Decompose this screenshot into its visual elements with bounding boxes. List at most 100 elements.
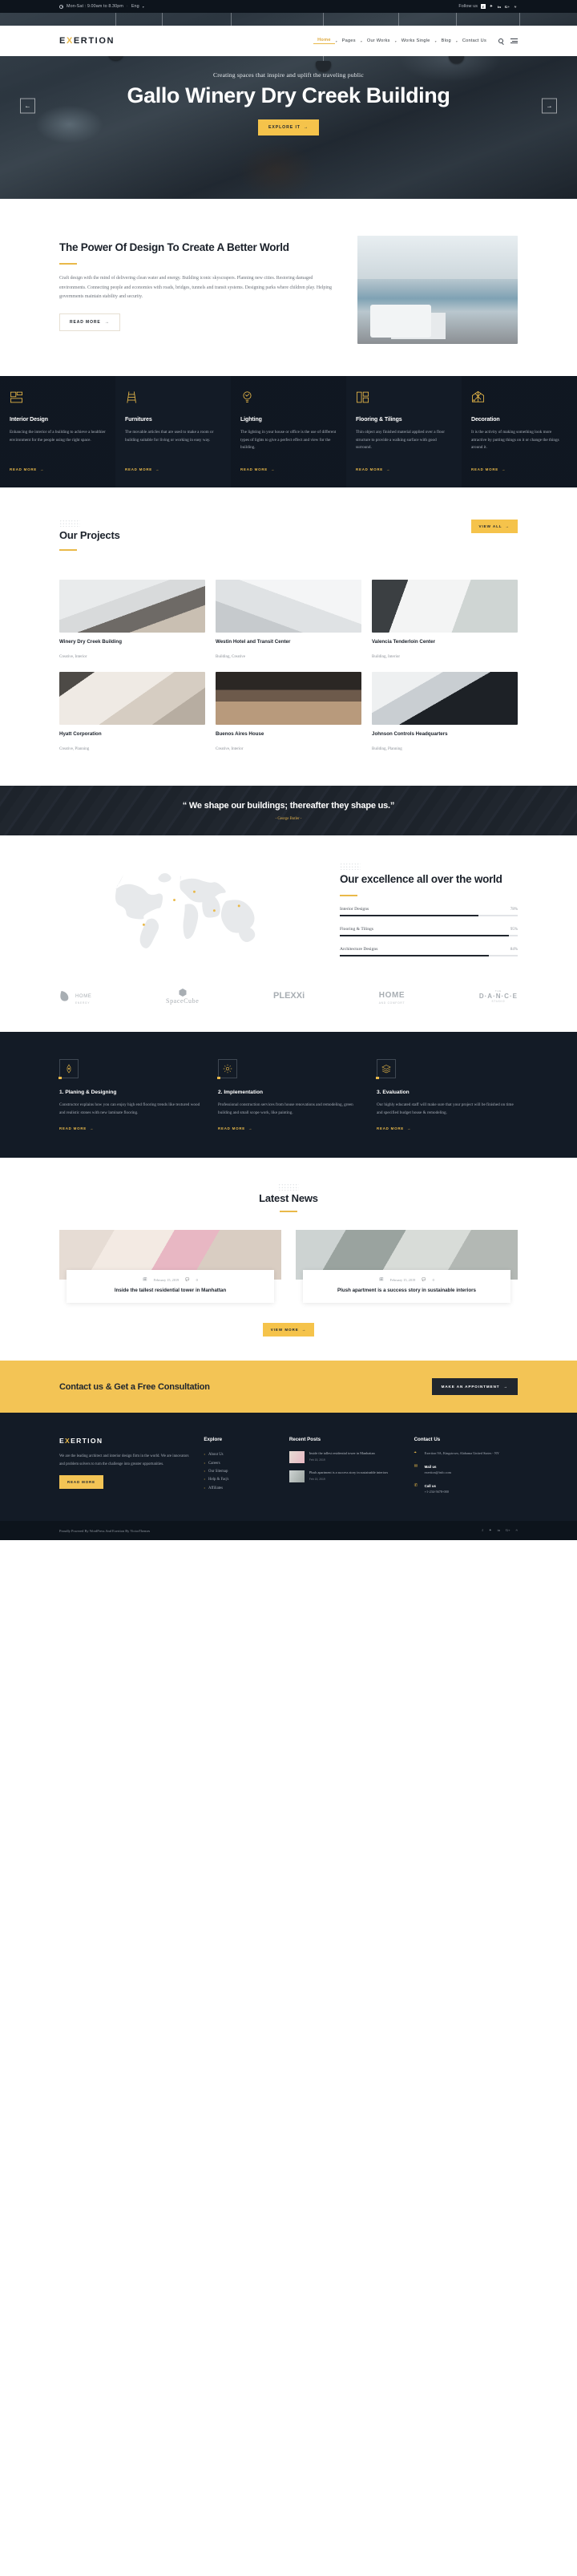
business-hours: Mon-Sat : 9.00am to 8.30pm [67, 4, 123, 9]
hero-explore-label: EXPLORE IT [268, 125, 301, 131]
project-card[interactable]: Valencia Tenderloin Center Building, Int… [372, 580, 518, 661]
skill-bar: Architecture Designs 84% [340, 947, 518, 957]
service-text: It is the activity of making something l… [471, 430, 559, 451]
footer-link[interactable]: Help & Faq's [204, 1476, 277, 1484]
footer-post[interactable]: Inside the tallest residential tower in … [288, 1451, 403, 1464]
news-grid: 🗓 February 15, 2019 💬 0 Inside the talle… [59, 1230, 518, 1304]
client-logo-dance-studio[interactable]: THE D·A·N·C·E STUDIO [479, 989, 518, 1003]
rss-icon[interactable]: ≈ [513, 4, 518, 9]
footer-post[interactable]: Plush apartment is a success story in su… [288, 1470, 403, 1483]
news-view-more-button[interactable]: VIEW MORE → [262, 1323, 315, 1337]
site-logo[interactable]: EXERTION [59, 36, 115, 46]
twitter-icon[interactable]: ✦ [489, 4, 494, 9]
news-headline[interactable]: Inside the tallest residential tower in … [75, 1287, 266, 1294]
hero-prev-button[interactable]: ← [20, 98, 35, 114]
news-card[interactable]: 🗓 February 15, 2019 💬 0 Inside the talle… [59, 1230, 281, 1304]
hamburger-icon[interactable] [510, 38, 518, 43]
project-card[interactable]: Winery Dry Creek Building Creative, Inte… [59, 580, 205, 661]
service-card[interactable]: Decoration It is the activity of making … [462, 376, 577, 487]
service-read-more[interactable]: READ MORE → [356, 467, 390, 471]
projects-section: Our Projects VIEW ALL → Winery Dry Creek… [0, 487, 577, 786]
service-card[interactable]: Interior Design Enhancing the interior o… [0, 376, 115, 487]
footer-contact-value[interactable]: +1-234-5678-000 [425, 1490, 449, 1495]
footer-link[interactable]: About Us [204, 1451, 277, 1459]
calendar-icon: 🗓 [379, 1277, 384, 1282]
chevron-down-icon[interactable]: ▾ [143, 5, 144, 9]
client-sub: STUDIO [491, 999, 506, 1003]
site-footer: EXERTION We are the leading architect an… [0, 1413, 577, 1522]
service-card[interactable]: Lighting The lighting in your house or o… [231, 376, 346, 487]
search-icon[interactable] [498, 38, 503, 43]
footer-read-more-button[interactable]: READ MORE [59, 1475, 103, 1490]
process-read-more[interactable]: READ MORE → [218, 1126, 252, 1130]
client-logo-spacecube[interactable]: SpaceCube [166, 988, 199, 1005]
ladder-icon [127, 391, 136, 403]
nav-item-our-works[interactable]: Our Works [363, 38, 394, 43]
service-read-more[interactable]: READ MORE → [240, 467, 275, 471]
projects-view-all-button[interactable]: VIEW ALL → [470, 520, 518, 533]
process-read-more[interactable]: READ MORE → [377, 1126, 411, 1130]
arrow-right-icon: → [155, 467, 160, 471]
nav-item-works-single[interactable]: Works Single [397, 38, 434, 43]
footer-contact-value[interactable]: exertion@info.com [425, 1470, 451, 1476]
project-card[interactable]: Westin Hotel and Transit Center Building… [216, 580, 361, 661]
cta-appointment-button[interactable]: MAKE AN APPOINTMENT → [431, 1378, 518, 1396]
google-plus-icon[interactable]: G+ [506, 1528, 510, 1533]
language-selector[interactable]: Eng [131, 4, 139, 9]
footer-link[interactable]: Careers [204, 1460, 277, 1468]
arrow-right-icon: → [271, 467, 276, 471]
linkedin-icon[interactable]: in [497, 4, 502, 9]
service-read-more[interactable]: READ MORE → [10, 467, 44, 471]
client-logo-plexxi[interactable]: PLEXXi [273, 991, 305, 1001]
project-image [372, 580, 518, 633]
twitter-icon[interactable]: ✦ [489, 1528, 492, 1533]
service-read-more[interactable]: READ MORE → [125, 467, 159, 471]
google-plus-icon[interactable]: G+ [505, 4, 510, 9]
skill-label: Architecture Designs [340, 947, 378, 952]
news-headline[interactable]: Plush apartment is a success story in su… [311, 1287, 502, 1294]
footer-contact-address: ⌖ Exertion 9A, Kingstown, Alabama United… [414, 1451, 518, 1457]
client-logo-home-energy[interactable]: HOME ENERGY [59, 987, 91, 1005]
service-card[interactable]: Furnitures The movable articles that are… [115, 376, 231, 487]
nav-item-pages[interactable]: Pages [338, 38, 360, 43]
skill-label: Interior Designs [340, 906, 369, 912]
envelope-icon: ✉ [414, 1464, 418, 1470]
comment-icon: 💬 [422, 1277, 426, 1282]
service-read-more[interactable]: READ MORE → [471, 467, 506, 471]
nav-item-contact-us[interactable]: Contact Us [458, 38, 490, 43]
arrow-right-icon: → [502, 467, 506, 471]
quote-text: “ We shape our buildings; thereafter the… [182, 800, 395, 811]
about-text-column: The Power Of Design To Create A Better W… [59, 236, 340, 332]
about-read-more-button[interactable]: READ MORE → [59, 313, 120, 332]
hero-explore-button[interactable]: EXPLORE IT → [258, 119, 319, 136]
process-read-more[interactable]: READ MORE → [59, 1126, 94, 1130]
client-logo-home-comfort[interactable]: HOME AND COMFORT [379, 987, 405, 1005]
nav-item-home[interactable]: Home [313, 38, 335, 44]
footer-contact-value: Exertion 9A, Kingstown, Alabama United S… [424, 1451, 500, 1456]
footer-link[interactable]: Affiliates [204, 1485, 277, 1493]
process-section: 1. Planing & Designing Constructor expla… [0, 1032, 577, 1159]
service-read-more-label: READ MORE [471, 467, 499, 471]
linkedin-icon[interactable]: in [498, 1528, 500, 1533]
process-title: 3. Evaluation [377, 1090, 410, 1096]
project-card[interactable]: Johnson Controls Headquarters Building, … [372, 672, 518, 754]
facebook-icon[interactable]: f [481, 4, 486, 9]
cta-button-label: MAKE AN APPOINTMENT [441, 1385, 500, 1389]
project-card[interactable]: Buenos Aires House Creative, Interior [216, 672, 361, 754]
rss-icon[interactable]: ≈ [516, 1528, 518, 1533]
client-name: HOME [378, 991, 406, 1001]
service-card[interactable]: Flooring & Tilings Thin object any finis… [346, 376, 462, 487]
client-sub: ENERGY [75, 1001, 91, 1005]
project-image [216, 580, 361, 633]
footer-link[interactable]: Our Sitemap [204, 1468, 277, 1476]
nav-item-blog[interactable]: Blog [438, 38, 455, 43]
service-title: Decoration [471, 417, 500, 423]
gold-divider [59, 262, 77, 265]
projects-grid: Winery Dry Creek Building Creative, Inte… [59, 580, 518, 754]
project-name: Valencia Tenderloin Center [372, 639, 435, 645]
project-card[interactable]: Hyatt Corporation Creative, Planning [59, 672, 205, 754]
footer-logo[interactable]: EXERTION [59, 1437, 192, 1445]
logo-x: X [66, 36, 74, 46]
hero-next-button[interactable]: → [542, 98, 557, 114]
news-card[interactable]: 🗓 February 15, 2019 💬 0 Plush apartment … [296, 1230, 518, 1304]
